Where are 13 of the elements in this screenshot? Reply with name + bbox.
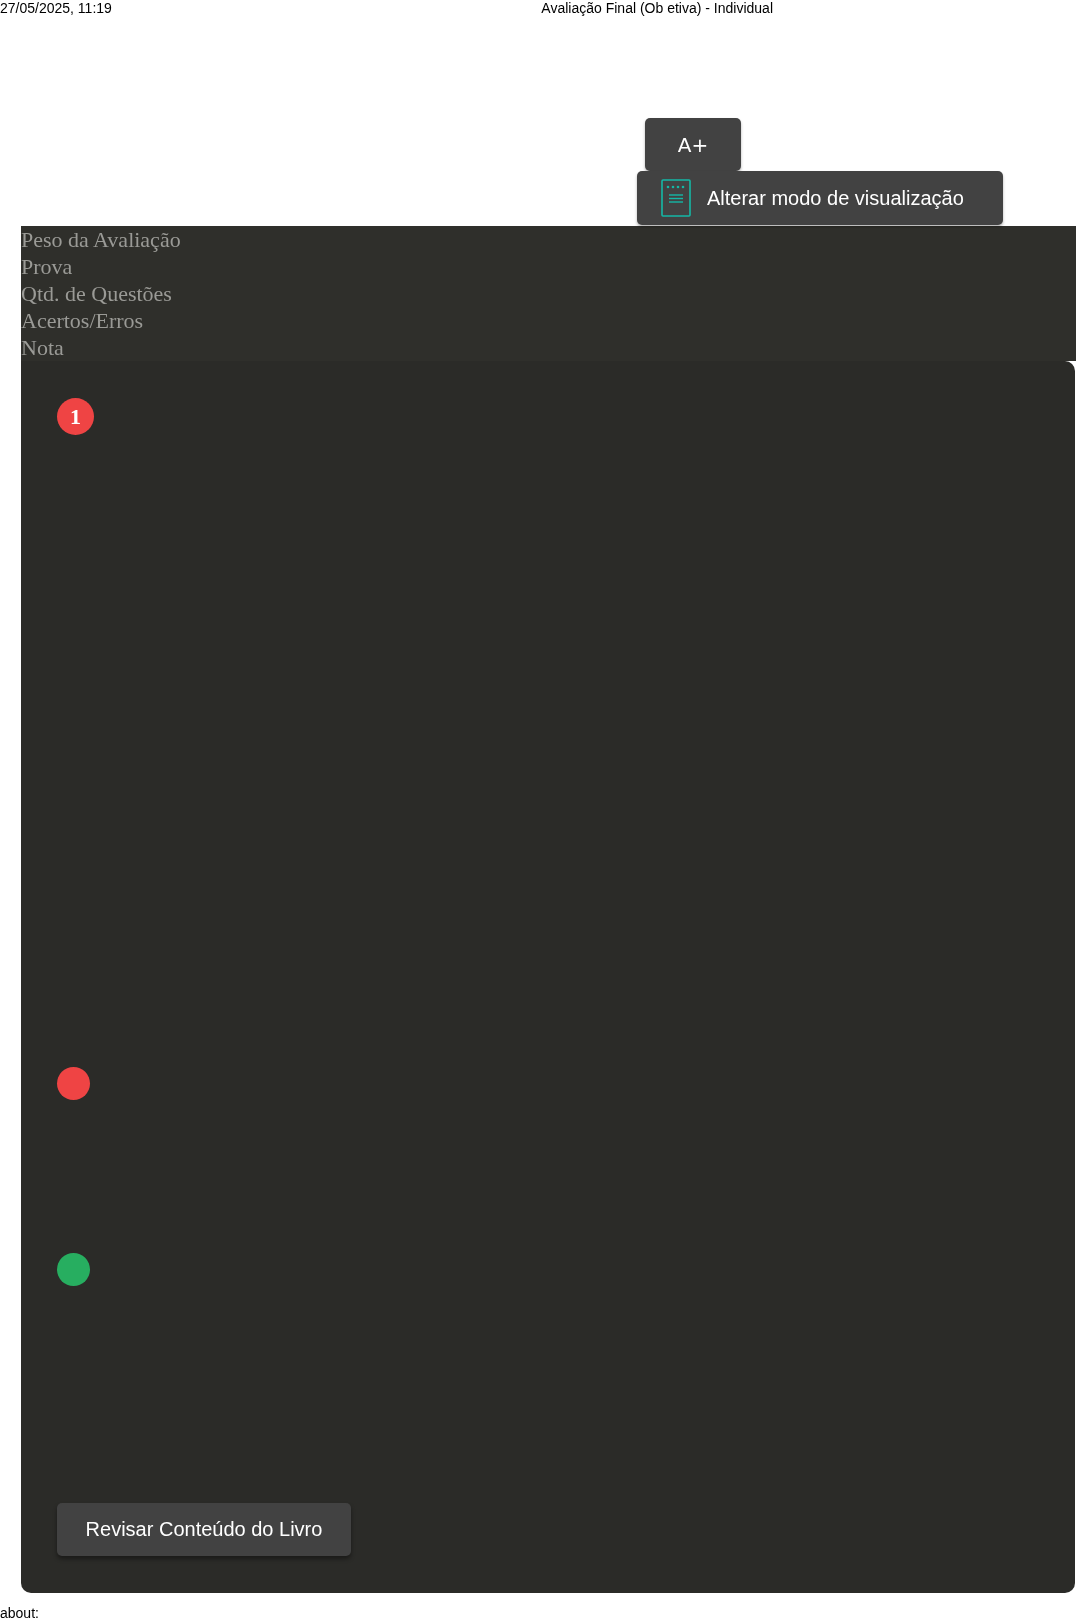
summary-label: Peso da Avaliação <box>21 226 182 253</box>
summary-label: Nota <box>21 334 65 361</box>
question-number: 1 <box>57 398 94 435</box>
review-button[interactable]: Revisar Conteúdo do Livro <box>57 1503 351 1556</box>
summary-label: Acertos/Erros <box>21 307 145 334</box>
print-date: 27/05/2025, 11:19 <box>0 0 112 16</box>
page-title: Avaliação Final (Ob etiva) - Individual <box>541 0 773 16</box>
summary-label: Prova <box>21 253 74 280</box>
document-icon <box>661 179 691 217</box>
summary-label: Qtd. de Questões <box>21 280 173 307</box>
print-footer: about: <box>0 1605 1076 1620</box>
view-mode-button[interactable]: Alterar modo de visualização <box>637 171 1003 225</box>
font-size-button[interactable]: A+ <box>645 118 741 171</box>
